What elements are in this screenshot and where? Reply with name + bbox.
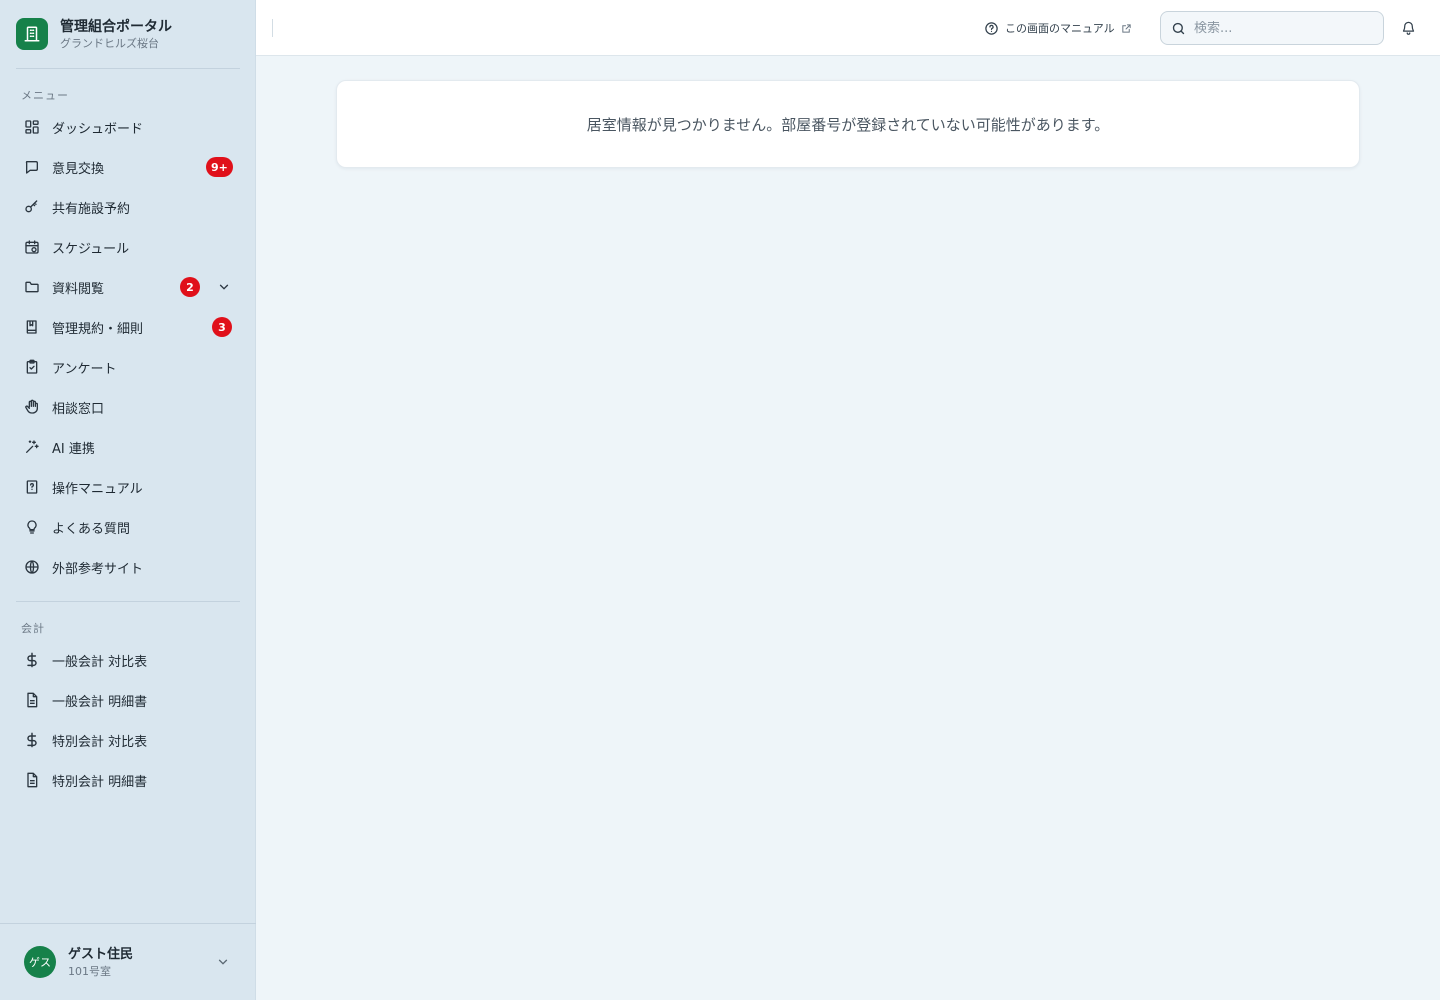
clipboard-check-icon [24,359,40,375]
notification-badge: 2 [180,277,200,297]
sidebar-item-special-comparison[interactable]: 特別会計 対比表 [16,720,240,760]
help-circle-icon [984,21,999,36]
sidebar-item-label: 特別会計 対比表 [52,734,148,750]
accounting-nav: 一般会計 対比表 一般会計 明細書 特別会計 対比表 特別会計 明細書 [16,640,240,800]
sidebar-item-label: 一般会計 明細書 [52,694,148,710]
notification-badge: 3 [212,317,232,337]
external-link-icon [1121,23,1132,34]
user-menu[interactable]: ゲス ゲスト住民 101号室 [0,923,256,1000]
key-icon [24,199,40,215]
user-name: ゲスト住民 [68,946,134,962]
main-nav: ダッシュボード 意見交換 9+ 共有施設予約 スケジュール 資料閲覧 2 管理規… [16,107,240,587]
screen-manual-link[interactable]: この画面のマニュアル [984,19,1132,37]
sidebar-item-facility-booking[interactable]: 共有施設予約 [16,187,240,227]
sidebar-item-label: 資料閲覧 [52,281,105,297]
sidebar-item-discussion[interactable]: 意見交換 9+ [16,147,240,187]
sidebar: 管理組合ポータル グランドヒルズ桜台 メニュー ダッシュボード 意見交換 9+ … [0,0,256,1000]
header-separator [272,19,273,37]
sidebar-item-schedule[interactable]: スケジュール [16,227,240,267]
sidebar-item-external-links[interactable]: 外部参考サイト [16,547,240,587]
sidebar-item-documents[interactable]: 資料閲覧 2 [16,267,240,307]
accounting-section-label: 会計 [21,622,45,635]
top-header: この画面のマニュアル [256,0,1440,56]
sidebar-divider [16,68,240,69]
sidebar-item-faq[interactable]: よくある質問 [16,507,240,547]
sidebar-item-label: 共有施設予約 [52,201,131,217]
bell-icon[interactable] [1400,19,1416,37]
search-icon [1171,21,1186,36]
search-input[interactable] [1194,20,1374,36]
chevron-down-icon[interactable] [216,279,232,295]
room-not-found-message: 居室情報が見つかりません。部屋番号が登録されていない可能性があります。 [586,115,1110,134]
book-icon [24,319,40,335]
globe-icon [24,559,40,575]
sidebar-item-label: スケジュール [52,241,130,257]
brand-subtitle: グランドヒルズ桜台 [60,36,159,50]
sidebar-divider [16,601,240,602]
lightbulb-icon [24,519,40,535]
dollar-icon [24,652,40,668]
menu-section-label: メニュー [21,89,69,102]
chat-bubble-icon [24,159,40,175]
sidebar-item-label: 外部参考サイト [52,561,144,577]
sidebar-item-label: 一般会計 対比表 [52,654,148,670]
sidebar-item-regulations[interactable]: 管理規約・細則 3 [16,307,240,347]
brand[interactable]: 管理組合ポータル グランドヒルズ桜台 [16,17,240,51]
folder-icon [24,279,40,295]
sidebar-item-general-statement[interactable]: 一般会計 明細書 [16,680,240,720]
sidebar-item-dashboard[interactable]: ダッシュボード [16,107,240,147]
brand-title: 管理組合ポータル [60,18,172,35]
sidebar-item-label: アンケート [52,361,117,377]
sidebar-item-label: 管理規約・細則 [52,321,144,337]
sidebar-item-general-comparison[interactable]: 一般会計 対比表 [16,640,240,680]
search-box[interactable] [1160,11,1384,45]
sidebar-item-label: 操作マニュアル [52,481,143,497]
sidebar-item-label: AI 連携 [52,441,95,457]
user-room: 101号室 [68,964,111,978]
sidebar-item-label: 相談窓口 [52,401,105,417]
avatar: ゲス [24,946,56,978]
manual-link-text: この画面のマニュアル [1005,22,1115,35]
sidebar-item-label: ダッシュボード [52,121,144,137]
calendar-clock-icon [24,239,40,255]
manual-book-icon [24,479,40,495]
sidebar-item-consultation[interactable]: 相談窓口 [16,387,240,427]
sidebar-item-label: よくある質問 [52,521,131,537]
dashboard-grid-icon [24,119,40,135]
notice-card: 居室情報が見つかりません。部屋番号が登録されていない可能性があります。 [336,80,1360,168]
document-icon [24,692,40,708]
sidebar-item-ai[interactable]: AI 連携 [16,427,240,467]
sidebar-item-label: 特別会計 明細書 [52,774,148,790]
sparkles-icon [24,439,40,455]
notification-badge: 9+ [206,157,233,177]
sidebar-item-label: 意見交換 [52,161,105,177]
sidebar-item-special-statement[interactable]: 特別会計 明細書 [16,760,240,800]
sidebar-item-survey[interactable]: アンケート [16,347,240,387]
document-icon [24,772,40,788]
chevron-down-icon[interactable] [216,954,232,970]
dollar-icon [24,732,40,748]
building-icon [16,18,48,50]
hand-icon [24,399,40,415]
sidebar-item-manual[interactable]: 操作マニュアル [16,467,240,507]
